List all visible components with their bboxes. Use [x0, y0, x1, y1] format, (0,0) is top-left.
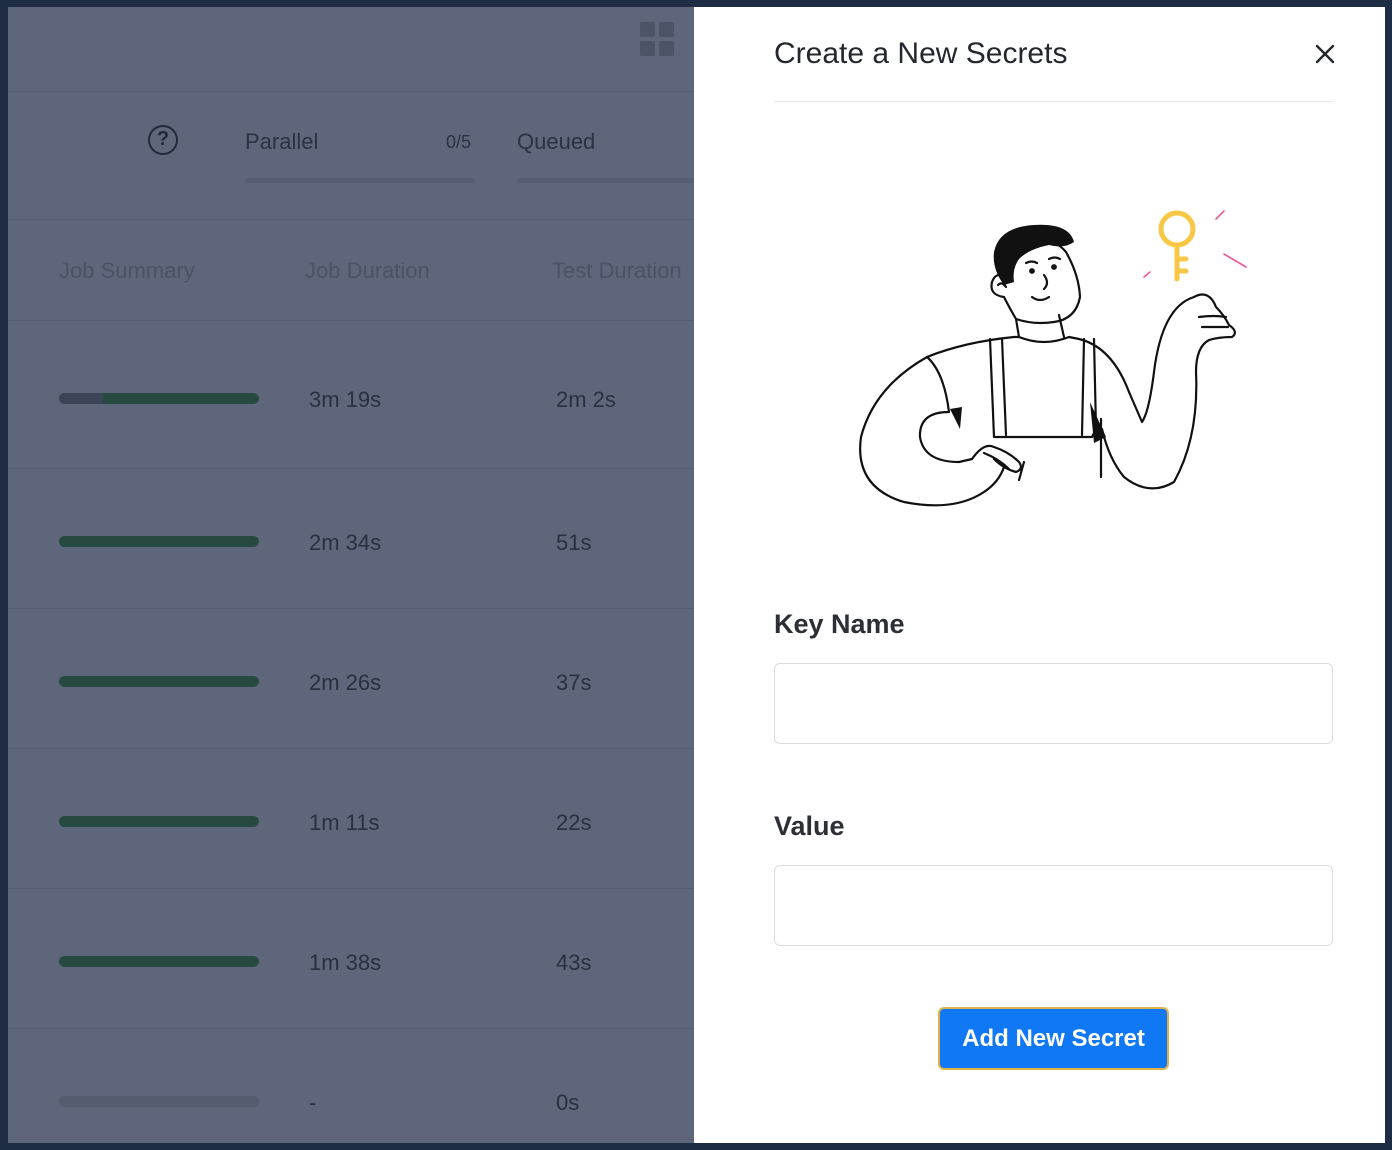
person-holding-key-illustration	[859, 210, 1247, 507]
key-name-label: Key Name	[774, 609, 905, 639]
job-progress-bar	[59, 676, 259, 687]
drawer-title: Create a New Secrets	[774, 37, 1068, 70]
value-input[interactable]	[774, 865, 1333, 946]
background-overlay[interactable]: ? Parallel 0/5 Queued Job Summary Job Du…	[8, 7, 694, 1143]
queued-label: Queued	[517, 129, 596, 154]
value-label: Value	[774, 811, 845, 841]
table-row[interactable]	[8, 1028, 694, 1143]
job-duration-cell: 2m 26s	[309, 670, 382, 695]
job-progress-bar	[59, 816, 259, 827]
test-duration-cell: 51s	[556, 530, 592, 555]
close-button[interactable]	[1308, 37, 1342, 71]
grid-icon[interactable]	[640, 22, 674, 56]
job-duration-cell: 2m 34s	[309, 530, 382, 555]
queued-track	[517, 178, 694, 183]
column-header-test-duration[interactable]: Test Duration	[552, 258, 682, 284]
test-duration-cell: 43s	[556, 950, 592, 975]
test-duration-cell: 2m 2s	[556, 387, 616, 412]
parallel-count: 0/5	[446, 132, 472, 152]
progress-grey-segment	[59, 393, 103, 404]
parallel-label: Parallel	[245, 129, 319, 154]
add-new-secret-button[interactable]: Add New Secret	[938, 1007, 1169, 1070]
job-progress-bar	[59, 536, 259, 547]
parallel-track	[245, 178, 475, 183]
top-bar	[8, 7, 694, 92]
job-progress-bar	[59, 956, 259, 967]
test-duration-cell: 0s	[556, 1090, 580, 1115]
test-duration-cell: 37s	[556, 670, 592, 695]
create-secret-drawer: Create a New Secrets Key Name Value Add …	[694, 7, 1385, 1143]
job-progress-bar	[59, 1096, 259, 1107]
key-name-input[interactable]	[774, 663, 1333, 744]
job-duration-cell: 1m 11s	[309, 810, 380, 835]
job-duration-cell: -	[309, 1090, 317, 1115]
help-icon[interactable]: ?	[148, 125, 178, 155]
job-duration-cell: 1m 38s	[309, 950, 382, 975]
column-header-job-duration[interactable]: Job Duration	[305, 258, 430, 284]
job-duration-cell: 3m 19s	[309, 387, 382, 412]
close-icon[interactable]	[1308, 37, 1342, 71]
progress-grey-segment	[59, 1096, 259, 1107]
job-progress-bar	[59, 393, 259, 404]
test-duration-cell: 22s	[556, 810, 592, 835]
header-divider	[774, 101, 1333, 102]
app-window: ? Parallel 0/5 Queued Job Summary Job Du…	[8, 7, 1385, 1143]
stats-bar	[8, 91, 694, 220]
column-header-job-summary[interactable]: Job Summary	[59, 258, 195, 284]
